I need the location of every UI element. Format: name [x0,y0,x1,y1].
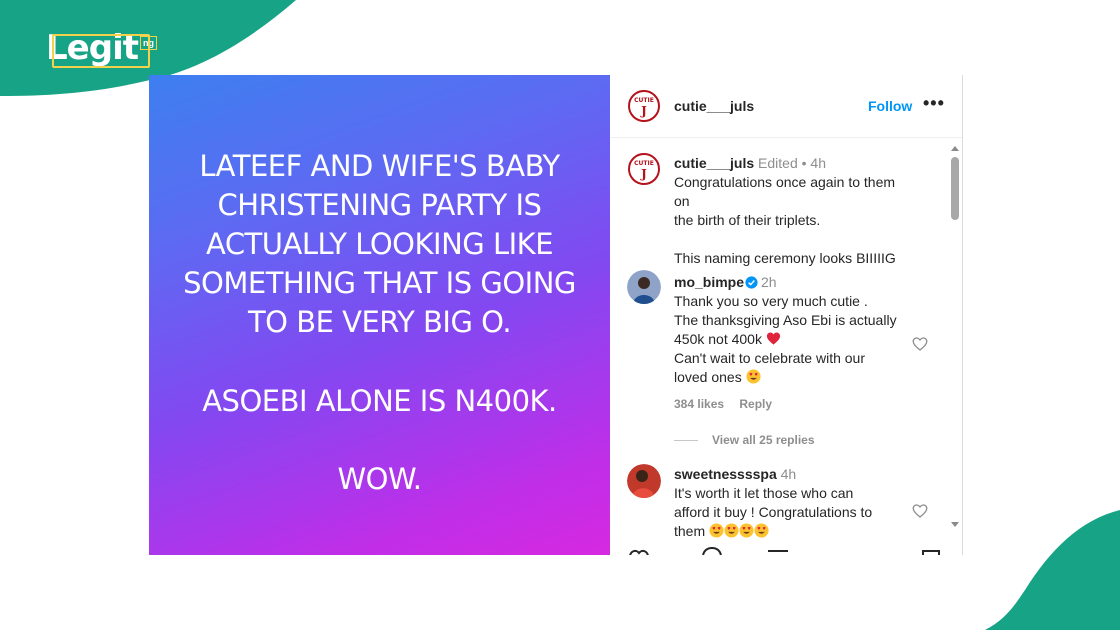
scroll-up-arrow[interactable] [951,146,959,151]
legit-logo[interactable]: Legit ng [46,28,157,68]
post-text-line: ACTUALLY LOOKING LIKE [205,227,554,261]
comment-text: loved ones [674,369,742,385]
share-icon[interactable] [767,547,789,555]
post-header: CUTIE J cutie___juls Follow ••• [610,75,962,138]
heart-eyes-emoji [724,523,739,538]
comments-scrollbar[interactable] [948,138,962,538]
save-icon[interactable] [920,547,942,555]
like-icon[interactable] [628,547,650,555]
logo-text: Legit [46,28,139,68]
comment-text: the birth of their triplets. [674,212,821,228]
comment-text: 450k not 400k [674,331,762,347]
likes-count[interactable]: 384 likes [674,397,724,411]
view-replies-button[interactable]: View all 25 replies [674,433,815,447]
comment-username[interactable]: cutie___juls [674,155,754,171]
comment-text: Congratulations once again to them on [674,174,896,209]
scroll-thumb[interactable] [951,157,959,220]
svg-text:CUTIE: CUTIE [634,160,654,167]
comment-time: 4h [780,466,797,482]
view-replies-label: View all 25 replies [712,433,815,447]
avatar[interactable] [627,464,661,498]
post-image: LATEEF AND WIFE'S BABY CHRISTENING PARTY… [149,75,610,555]
post-text-line: TO BE VERY BIG O. [247,305,512,339]
post-text-line: LATEEF AND WIFE'S BABY [199,149,560,183]
comment-text: Thank you so very much cutie . [674,293,868,309]
post-text-line: CHRISTENING PARTY IS [217,188,542,222]
heart-icon[interactable] [912,336,928,352]
heart-eyes-emoji [746,369,761,384]
comment-text: It's worth it let those who can [674,485,854,501]
avatar[interactable]: CUTIE J [627,89,661,123]
comments-panel: CUTIE J cutie___juls Follow ••• CUTIE J cu… [610,75,963,555]
svg-text:J: J [640,104,647,118]
avatar[interactable]: CUTIE J [627,152,661,186]
heart-icon[interactable] [912,503,928,519]
comment-text: afford it buy ! Congratulations to [674,504,873,520]
follow-button[interactable]: Follow [868,98,912,114]
heart-eyes-emoji [709,523,724,538]
heart-eyes-emoji [739,523,754,538]
comment-time: 2h [761,274,777,290]
post-action-bar [610,547,962,555]
more-options-button[interactable]: ••• [923,93,945,114]
reply-button[interactable]: Reply [739,397,772,411]
heart-eyes-emoji [754,523,769,538]
comment-username[interactable]: sweetnesssspa [674,466,777,482]
verified-badge-icon [745,276,758,289]
comments-list: CUTIE J cutie___juls Edited • 4h Congratu… [610,138,948,538]
comment-icon[interactable] [701,547,723,555]
post-author-username[interactable]: cutie___juls [674,98,754,114]
comment-text: This naming ceremony looks BIIIIIG [674,250,896,266]
avatar[interactable] [627,270,661,304]
comment-text: them [674,523,706,538]
post-text-line: ASOEBI ALONE IS N400K. [202,384,557,418]
logo-suffix: ng [139,36,157,50]
comment-text: Can't wait to celebrate with our [674,350,865,366]
scroll-down-arrow[interactable] [951,522,959,527]
svg-text:J: J [640,167,647,181]
red-heart-emoji [766,332,780,345]
comment-username[interactable]: mo_bimpe [674,274,744,290]
comment-text: The thanksgiving Aso Ebi is actually [674,312,897,328]
post-text-line: SOMETHING THAT IS GOING [183,266,576,300]
brand-corner-shape-bottom [985,510,1120,630]
comment-meta: Edited • 4h [758,155,826,171]
post-text-line: WOW. [337,462,422,496]
svg-text:CUTIE: CUTIE [634,97,654,104]
